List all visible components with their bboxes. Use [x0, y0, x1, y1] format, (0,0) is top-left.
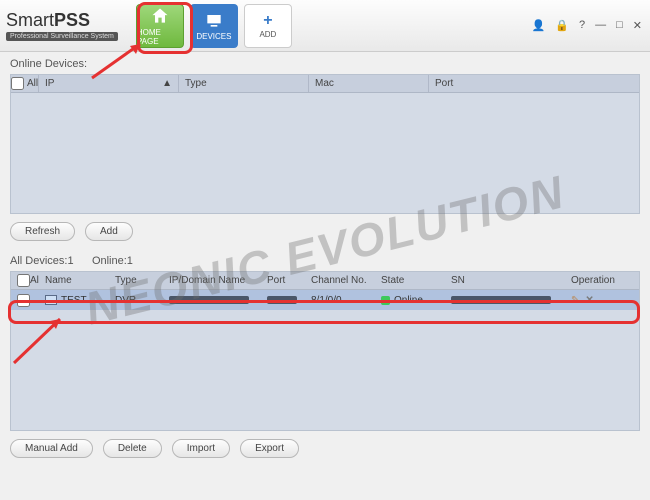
- all-devices-summary: All Devices:1 Online:1: [0, 249, 650, 271]
- row-checkbox[interactable]: [17, 294, 30, 307]
- col-state[interactable]: State: [375, 272, 445, 289]
- manual-add-button[interactable]: Manual Add: [10, 439, 93, 458]
- col-mac[interactable]: Mac: [309, 75, 429, 92]
- delete-button[interactable]: Delete: [103, 439, 162, 458]
- online-buttons: Refresh Add: [0, 214, 650, 249]
- col-ipdomain[interactable]: IP/Domain Name: [163, 272, 261, 289]
- home-icon: [150, 6, 170, 26]
- col-port2[interactable]: Port: [261, 272, 305, 289]
- nav-tabs: HOME PAGE DEVICES + ADD: [136, 4, 292, 48]
- monitor-icon: [45, 295, 57, 305]
- device-icon: [204, 10, 224, 30]
- close-icon[interactable]: ✕: [631, 17, 644, 34]
- lock-icon[interactable]: 🔒: [553, 17, 571, 34]
- tab-add[interactable]: + ADD: [244, 4, 292, 48]
- col-all[interactable]: All: [11, 75, 39, 92]
- add-button[interactable]: Add: [85, 222, 133, 241]
- tab-add-label: ADD: [259, 30, 276, 39]
- row-port: [261, 290, 305, 310]
- all-devices-body: [11, 310, 639, 430]
- maximize-icon[interactable]: □: [614, 17, 625, 34]
- row-channel: 8/1/0/0: [305, 290, 375, 310]
- select-all-online[interactable]: [11, 77, 24, 90]
- table-row[interactable]: TEST DVR 8/1/0/0 Online ✎ ✕: [11, 290, 639, 310]
- row-name: TEST: [39, 290, 109, 310]
- refresh-button[interactable]: Refresh: [10, 222, 75, 241]
- annotation-arrow-row: [10, 315, 70, 365]
- row-state: Online: [375, 290, 445, 310]
- minimize-icon[interactable]: —: [593, 17, 608, 34]
- window-controls: 👤 🔒 ? — □ ✕: [530, 17, 644, 34]
- all-devices-panel: All Name Type IP/Domain Name Port Channe…: [10, 271, 640, 431]
- tab-devices-label: DEVICES: [196, 32, 231, 41]
- all-devices-columns: All Name Type IP/Domain Name Port Channe…: [11, 272, 639, 290]
- delete-row-icon[interactable]: ✕: [585, 295, 593, 306]
- annotation-arrow-home: [90, 40, 150, 80]
- row-operation: ✎ ✕: [565, 290, 639, 310]
- plus-icon: +: [263, 12, 272, 30]
- status-dot-icon: [381, 296, 390, 305]
- col-sn[interactable]: SN: [445, 272, 565, 289]
- select-all-devices[interactable]: [17, 274, 30, 287]
- col-type[interactable]: Type: [179, 75, 309, 92]
- col-name[interactable]: Name: [39, 272, 109, 289]
- col-type2[interactable]: Type: [109, 272, 163, 289]
- export-button[interactable]: Export: [240, 439, 299, 458]
- import-button[interactable]: Import: [172, 439, 230, 458]
- app-logo: SmartPSS Professional Surveillance Syste…: [6, 10, 118, 41]
- edit-icon[interactable]: ✎: [571, 295, 579, 306]
- row-sn: [445, 290, 565, 310]
- col-port[interactable]: Port: [429, 75, 639, 92]
- online-devices-panel: All IP▲ Type Mac Port: [10, 74, 640, 214]
- col-channel[interactable]: Channel No.: [305, 272, 375, 289]
- row-type: DVR: [109, 290, 163, 310]
- tab-devices[interactable]: DEVICES: [190, 4, 238, 48]
- col-operation[interactable]: Operation: [565, 272, 639, 289]
- row-ip: [163, 290, 261, 310]
- all-devices-buttons: Manual Add Delete Import Export: [0, 431, 650, 466]
- user-icon[interactable]: 👤: [530, 17, 548, 34]
- help-icon[interactable]: ?: [577, 17, 587, 34]
- online-devices-body: [11, 93, 639, 213]
- col-all2[interactable]: All: [11, 272, 39, 289]
